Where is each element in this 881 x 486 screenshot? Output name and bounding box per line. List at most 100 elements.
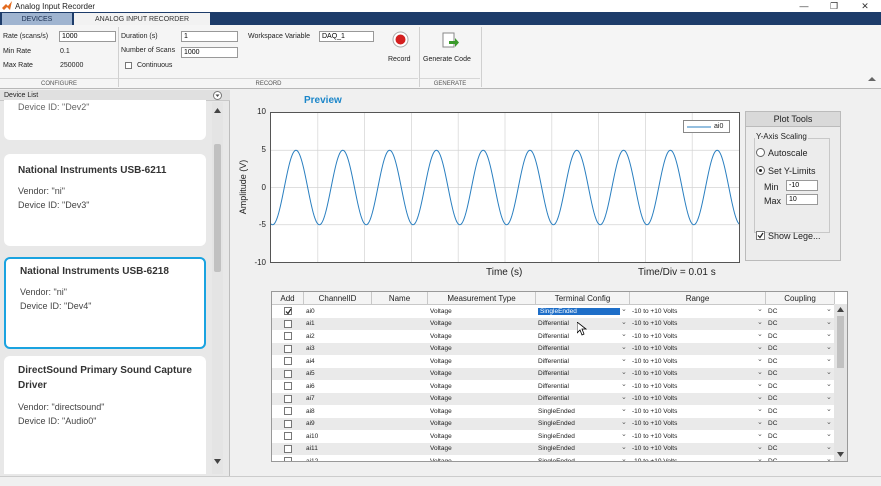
range-dropdown[interactable]: -10 to +10 Volts bbox=[630, 418, 766, 431]
close-button[interactable]: ✕ bbox=[851, 0, 879, 12]
chevron-down-icon[interactable]: ⌄ bbox=[621, 430, 627, 438]
chevron-down-icon[interactable]: ⌄ bbox=[757, 405, 763, 413]
range-dropdown[interactable]: -10 to +10 Volts bbox=[630, 330, 766, 343]
column-header[interactable]: Measurement Type bbox=[428, 292, 536, 305]
table-row[interactable]: ai8 Voltage SingleEnded -10 to +10 Volts DC ⌄… bbox=[272, 405, 835, 418]
min-input[interactable] bbox=[786, 180, 818, 191]
device-card-usb6218-selected[interactable]: National Instruments USB-6218 Vendor: "n… bbox=[4, 257, 206, 349]
chevron-down-icon[interactable]: ⌄ bbox=[826, 430, 832, 438]
name-cell[interactable] bbox=[372, 318, 428, 331]
maximize-button[interactable]: ❐ bbox=[820, 0, 848, 12]
chevron-down-icon[interactable]: ⌄ bbox=[826, 455, 832, 461]
terminal-config-dropdown[interactable]: Differential bbox=[536, 343, 630, 356]
chevron-down-icon[interactable]: ⌄ bbox=[826, 343, 832, 351]
device-card-partial[interactable]: Device ID: "Dev2" bbox=[4, 100, 206, 140]
add-checkbox[interactable] bbox=[284, 357, 292, 365]
add-checkbox[interactable] bbox=[284, 344, 292, 353]
chevron-down-icon[interactable]: ⌄ bbox=[826, 355, 832, 363]
terminal-config-dropdown[interactable]: Differential bbox=[536, 368, 630, 381]
add-checkbox[interactable] bbox=[284, 444, 292, 453]
table-row[interactable]: ai1 Voltage Differential -10 to +10 Volts DC… bbox=[272, 317, 835, 331]
add-checkbox[interactable] bbox=[284, 307, 292, 315]
device-list-scrollbar[interactable] bbox=[212, 102, 223, 474]
chevron-down-icon[interactable]: ⌄ bbox=[826, 443, 832, 451]
table-row[interactable]: ai11 Voltage SingleEnded -10 to +10 Volts DC… bbox=[272, 442, 835, 456]
table-row[interactable]: ai9 Voltage SingleEnded -10 to +10 Volts DC ⌄… bbox=[272, 417, 835, 431]
range-dropdown[interactable]: -10 to +10 Volts bbox=[630, 405, 766, 418]
table-row[interactable]: ai2 Voltage Differential -10 to +10 Volts DC… bbox=[272, 330, 835, 343]
chevron-down-icon[interactable]: ⌄ bbox=[621, 380, 627, 388]
column-header[interactable]: Name bbox=[372, 292, 428, 305]
range-dropdown[interactable]: -10 to +10 Volts bbox=[630, 355, 766, 368]
chevron-down-icon[interactable]: ⌄ bbox=[757, 318, 763, 326]
table-row[interactable]: ai12 Voltage SingleEnded -10 to +10 Volts DC… bbox=[272, 455, 835, 461]
chevron-down-icon[interactable]: ⌄ bbox=[757, 380, 763, 388]
scrollbar-thumb[interactable] bbox=[214, 144, 221, 272]
range-dropdown[interactable]: -10 to +10 Volts bbox=[630, 393, 766, 406]
table-row[interactable]: ai7 Voltage Differential -10 to +10 Volts DC… bbox=[272, 392, 835, 406]
chevron-down-icon[interactable]: ⌄ bbox=[621, 443, 627, 451]
workspace-input[interactable] bbox=[319, 31, 374, 42]
tab-analog-input-recorder[interactable]: ANALOG INPUT RECORDER bbox=[74, 13, 210, 25]
chevron-down-icon[interactable]: ⌄ bbox=[621, 418, 627, 426]
tab-devices[interactable]: DEVICES bbox=[2, 13, 72, 25]
range-dropdown[interactable]: -10 to +10 Volts bbox=[630, 380, 766, 393]
range-dropdown[interactable]: -10 to +10 Volts bbox=[630, 455, 766, 461]
scrollbar-thumb[interactable] bbox=[837, 316, 844, 368]
add-checkbox[interactable] bbox=[284, 432, 292, 440]
coupling-dropdown[interactable]: DC bbox=[766, 393, 835, 406]
coupling-dropdown[interactable]: DC bbox=[766, 405, 835, 418]
dropdown-arrow-icon[interactable] bbox=[213, 91, 222, 100]
chevron-down-icon[interactable]: ⌄ bbox=[621, 368, 627, 376]
add-checkbox[interactable] bbox=[284, 369, 292, 378]
chevron-down-icon[interactable]: ⌄ bbox=[757, 455, 763, 461]
preview-plot[interactable]: ai0 bbox=[270, 112, 740, 263]
chevron-down-icon[interactable]: ⌄ bbox=[826, 368, 832, 376]
continuous-checkbox[interactable] bbox=[125, 62, 132, 69]
column-header[interactable]: Terminal Config bbox=[536, 292, 630, 305]
name-cell[interactable] bbox=[372, 455, 428, 461]
autoscale-radio[interactable] bbox=[756, 148, 765, 157]
name-cell[interactable] bbox=[372, 418, 428, 431]
chevron-down-icon[interactable]: ⌄ bbox=[757, 343, 763, 351]
add-checkbox[interactable] bbox=[284, 332, 292, 340]
name-cell[interactable] bbox=[372, 430, 428, 443]
name-cell[interactable] bbox=[372, 330, 428, 343]
range-dropdown[interactable]: -10 to +10 Volts bbox=[630, 443, 766, 456]
terminal-config-dropdown[interactable]: SingleEnded bbox=[536, 430, 630, 443]
coupling-dropdown[interactable]: DC bbox=[766, 355, 835, 368]
add-checkbox[interactable] bbox=[284, 457, 292, 461]
coupling-dropdown[interactable]: DC bbox=[766, 380, 835, 393]
terminal-config-dropdown[interactable]: SingleEnded bbox=[536, 455, 630, 461]
column-header[interactable]: Add bbox=[272, 292, 304, 305]
chevron-down-icon[interactable]: ⌄ bbox=[826, 418, 832, 426]
add-checkbox[interactable] bbox=[284, 394, 292, 403]
chevron-down-icon[interactable]: ⌄ bbox=[757, 430, 763, 438]
column-header[interactable]: ChannelID bbox=[304, 292, 372, 305]
table-scrollbar[interactable] bbox=[834, 304, 847, 461]
chevron-down-icon[interactable]: ⌄ bbox=[826, 380, 832, 388]
chevron-down-icon[interactable]: ⌄ bbox=[621, 343, 627, 351]
column-header[interactable]: Coupling bbox=[766, 292, 835, 305]
coupling-dropdown[interactable]: DC bbox=[766, 430, 835, 443]
collapse-ribbon-icon[interactable] bbox=[867, 75, 877, 83]
chevron-down-icon[interactable]: ⌄ bbox=[757, 418, 763, 426]
chevron-down-icon[interactable]: ⌄ bbox=[826, 330, 832, 338]
table-row[interactable]: ai0 Voltage SingleEnded -10 to +10 Volts DC ⌄… bbox=[272, 305, 835, 318]
range-dropdown[interactable]: -10 to +10 Volts bbox=[630, 343, 766, 356]
chevron-down-icon[interactable]: ⌄ bbox=[621, 355, 627, 363]
column-header[interactable]: Range bbox=[630, 292, 766, 305]
coupling-dropdown[interactable]: DC bbox=[766, 455, 835, 461]
set-y-limits-radio[interactable] bbox=[756, 166, 765, 175]
chevron-down-icon[interactable]: ⌄ bbox=[757, 393, 763, 401]
rate-input[interactable] bbox=[59, 31, 116, 42]
chevron-down-icon[interactable]: ⌄ bbox=[621, 455, 627, 461]
coupling-dropdown[interactable]: DC bbox=[766, 330, 835, 343]
name-cell[interactable] bbox=[372, 368, 428, 381]
terminal-config-dropdown[interactable]: Differential bbox=[536, 355, 630, 368]
range-dropdown[interactable]: -10 to +10 Volts bbox=[630, 430, 766, 443]
chevron-down-icon[interactable]: ⌄ bbox=[757, 355, 763, 363]
name-cell[interactable] bbox=[372, 405, 428, 418]
generate-code-button[interactable]: Generate Code bbox=[421, 29, 479, 71]
chevron-down-icon[interactable]: ⌄ bbox=[621, 405, 627, 413]
